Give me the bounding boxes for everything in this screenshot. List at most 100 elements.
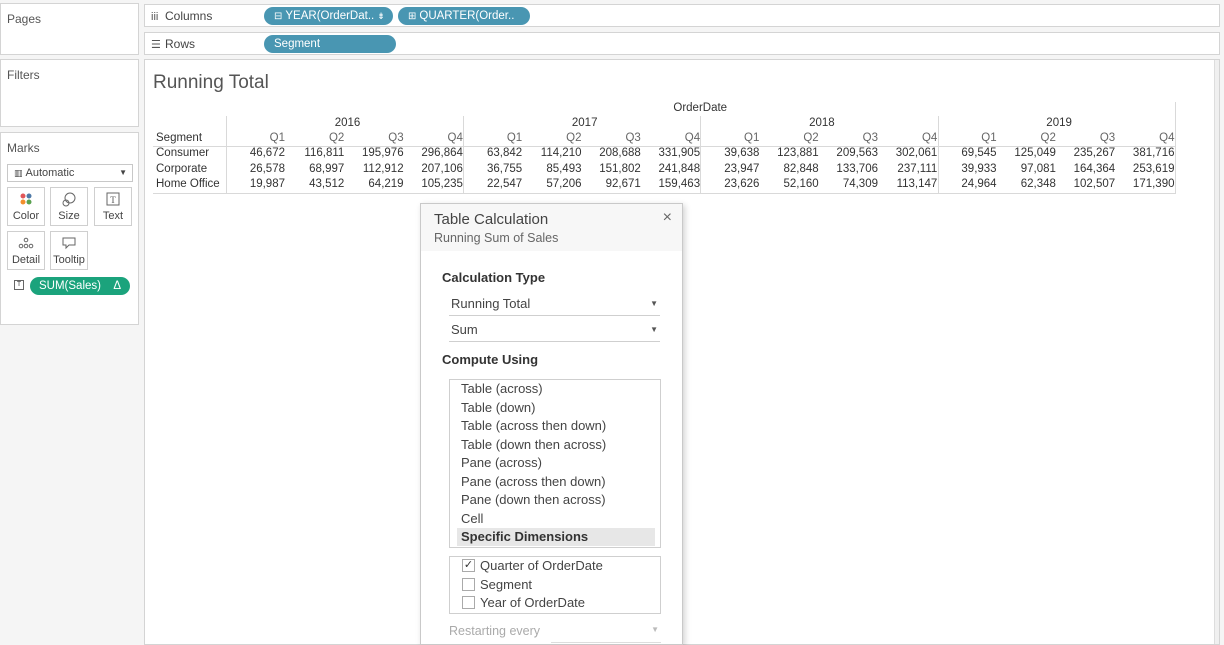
calculation-type-select[interactable]: Running Total ▼ (449, 294, 660, 316)
table-cell: 241,848 (658, 162, 701, 175)
segment-row-label: Corporate (156, 162, 208, 175)
quarter-orderdate-pill[interactable]: ⊞ QUARTER(Order.. (398, 7, 530, 25)
rows-icon: ☰ (151, 39, 161, 51)
expand-icon: ⊞ (408, 11, 417, 22)
table-cell: 43,512 (309, 178, 345, 190)
dialog-subtitle: Running Sum of Sales (434, 231, 559, 245)
color-label: Color (12, 210, 40, 222)
pages-title: Pages (7, 12, 42, 26)
table-cell: 85,493 (546, 162, 582, 175)
header-divider (153, 146, 1175, 147)
compute-using-label: Compute Using (442, 352, 539, 367)
size-icon (51, 192, 87, 210)
restarting-every-select[interactable]: ▼ (551, 623, 661, 643)
table-cell: 69,545 (961, 147, 997, 159)
table-cell: 195,976 (362, 147, 404, 159)
checkbox-icon[interactable] (462, 577, 475, 591)
chevron-down-icon: ▼ (119, 168, 127, 177)
compute-option-specific-dimensions[interactable]: Specific Dimensions (457, 528, 655, 546)
table-cell: 133,706 (836, 162, 878, 175)
mark-type-dropdown[interactable]: ▥ Automatic ▼ (7, 164, 133, 182)
close-icon[interactable]: × (663, 209, 672, 227)
color-icon (8, 192, 44, 210)
table-cell: 159,463 (658, 178, 701, 190)
quarter-header: Q2 (328, 132, 345, 144)
text-button[interactable]: T Text (94, 187, 132, 226)
segment-pill[interactable]: Segment (264, 35, 396, 53)
compute-option-table-across[interactable]: Table (across) (457, 380, 655, 398)
checkbox-icon[interactable] (462, 596, 475, 609)
table-cell: 68,997 (309, 162, 345, 175)
dimension-quarter-orderdate[interactable]: ✓ Quarter of OrderDate (462, 557, 603, 575)
size-button[interactable]: Size (50, 187, 88, 226)
rows-shelf-label: ☰ Rows (151, 37, 196, 51)
table-calculation-dialog: Table Calculation Running Sum of Sales ×… (420, 203, 683, 645)
aggregation-select[interactable]: Sum ▼ (449, 320, 660, 342)
quarter-header: Q3 (862, 132, 878, 144)
quarter-header: Q2 (803, 132, 819, 144)
compute-option-pane-across-then-down[interactable]: Pane (across then down) (457, 473, 655, 491)
dialog-title: Table Calculation (434, 211, 549, 228)
compute-option-pane-across[interactable]: Pane (across) (457, 454, 655, 472)
detail-icon (8, 236, 44, 254)
tooltip-icon (51, 236, 87, 254)
checkbox-checked-icon[interactable]: ✓ (462, 559, 475, 572)
dimension-year-orderdate[interactable]: Year of OrderDate (462, 594, 585, 612)
compute-option-table-down-then-across[interactable]: Table (down then across) (457, 436, 655, 454)
table-cell: 237,111 (897, 162, 938, 175)
text-label: Text (102, 210, 124, 222)
segment-row-label: Home Office (156, 178, 220, 190)
compute-option-cell[interactable]: Cell (457, 510, 655, 528)
year-divider (937, 116, 939, 194)
svg-text:T: T (110, 195, 116, 205)
table-cell: 92,671 (605, 178, 641, 190)
table-bottom-border (153, 193, 1175, 194)
vertical-scrollbar[interactable] (1214, 60, 1219, 644)
table-cell: 114,210 (540, 147, 582, 159)
color-button[interactable]: Color (7, 187, 45, 226)
table-cell: 24,964 (961, 178, 997, 190)
quarter-header: Q2 (566, 132, 582, 144)
year-divider (226, 116, 227, 194)
quarter-header: Q1 (744, 132, 760, 144)
year-header: 2016 (334, 117, 361, 129)
table-cell: 19,987 (249, 178, 285, 190)
dialog-header: Table Calculation Running Sum of Sales × (421, 204, 682, 251)
orderdate-header: OrderDate (673, 102, 728, 114)
columns-shelf[interactable]: iii Columns ⊟ YEAR(OrderDat.. ⇟ ⊞ QUARTER(Or… (144, 4, 1220, 27)
table-cell: 23,947 (724, 162, 760, 175)
compute-using-list[interactable]: Table (across) Table (down) Table (acros… (449, 379, 661, 548)
year-divider (463, 116, 465, 194)
dimension-segment[interactable]: Segment (462, 576, 532, 594)
table-cell: 22,547 (487, 178, 523, 190)
quarter-header: Q1 (506, 132, 523, 144)
compute-option-table-down[interactable]: Table (down) (457, 399, 655, 417)
quarter-header: Q3 (1099, 132, 1116, 144)
tooltip-button[interactable]: Tooltip (50, 231, 88, 270)
table-cell: 207,106 (421, 162, 463, 175)
table-cell: 296,864 (421, 147, 463, 159)
filters-card[interactable]: Filters (0, 59, 139, 127)
table-cell: 164,364 (1073, 162, 1116, 175)
collapse-icon: ⊟ (274, 11, 283, 22)
quarter-header: Q3 (625, 132, 641, 144)
quarter-header: Q1 (981, 132, 997, 144)
compute-option-pane-down-then-across[interactable]: Pane (down then across) (457, 491, 655, 509)
table-cell: 112,912 (362, 162, 404, 175)
rows-shelf[interactable]: ☰ Rows Segment (144, 32, 1220, 55)
year-divider (700, 116, 702, 194)
sheet-title: Running Total (153, 72, 269, 93)
table-cell: 381,716 (1132, 147, 1175, 159)
detail-button[interactable]: Detail (7, 231, 45, 270)
compute-option-table-across-then-down[interactable]: Table (across then down) (457, 417, 655, 435)
table-cell: 62,348 (1020, 178, 1056, 190)
quarter-header: Q4 (921, 132, 938, 144)
sum-sales-pill[interactable]: SUM(Sales) Δ (30, 277, 130, 295)
table-cell: 331,905 (658, 147, 701, 159)
quarter-header: Q4 (1159, 132, 1175, 144)
table-cell: 116,811 (304, 147, 345, 159)
year-orderdate-pill[interactable]: ⊟ YEAR(OrderDat.. ⇟ (264, 7, 393, 25)
table-cell: 208,688 (599, 147, 641, 159)
chevron-down-icon: ▼ (650, 299, 658, 308)
table-cell: 46,672 (249, 147, 285, 159)
